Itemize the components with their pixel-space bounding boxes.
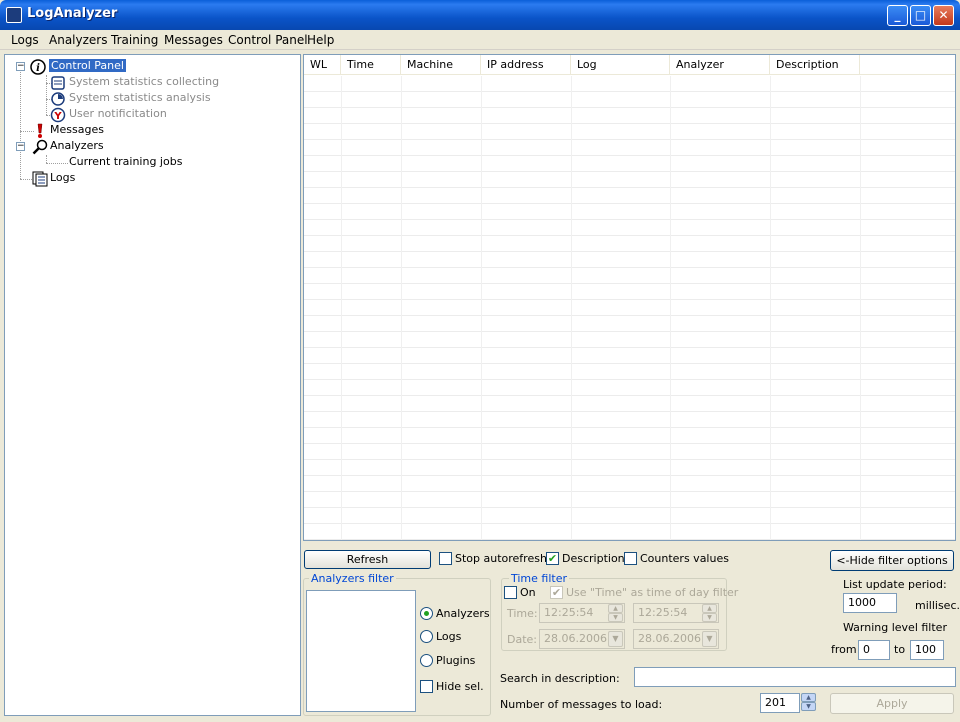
column-header-machine[interactable]: Machine bbox=[401, 55, 481, 75]
update-period-input[interactable]: 1000 bbox=[843, 593, 897, 613]
column-divider bbox=[860, 76, 861, 540]
analyzers-radio-label: Analyzers bbox=[436, 607, 490, 620]
tree-item-sys-stats-collecting[interactable]: System statistics collecting bbox=[69, 74, 219, 90]
column-header-description[interactable]: Description bbox=[770, 55, 860, 75]
time-filter-on-label: On bbox=[520, 586, 536, 599]
tree-item-sys-stats-analysis[interactable]: System statistics analysis bbox=[69, 90, 211, 106]
column-divider bbox=[341, 76, 342, 540]
stop-autorefresh-checkbox[interactable] bbox=[439, 552, 452, 565]
magnifier-icon bbox=[32, 139, 48, 155]
logs-radio-label: Logs bbox=[436, 630, 462, 643]
menu-help[interactable]: Help bbox=[307, 33, 334, 47]
hide-filter-options-button[interactable]: <-Hide filter options bbox=[830, 550, 954, 571]
time-to-spinner[interactable]: ▲ ▼ bbox=[702, 604, 717, 622]
counters-values-checkbox[interactable] bbox=[624, 552, 637, 565]
num-messages-label: Number of messages to load: bbox=[500, 698, 663, 711]
close-button[interactable]: ✕ bbox=[933, 5, 954, 26]
column-header-wl[interactable]: WL bbox=[304, 55, 341, 75]
apply-button[interactable]: Apply bbox=[830, 693, 954, 714]
grid-header: WL Time Machine IP address Log Analyzer … bbox=[304, 55, 955, 75]
tree-item-label: Control Panel bbox=[49, 59, 126, 72]
stop-autorefresh-label: Stop autorefresh bbox=[455, 552, 547, 565]
stats-collecting-icon bbox=[51, 76, 65, 90]
minimize-button[interactable]: _ bbox=[887, 5, 908, 26]
from-label: from bbox=[831, 643, 857, 656]
warning-level-filter-label: Warning level filter bbox=[843, 621, 947, 634]
analyzers-filter-title: Analyzers filter bbox=[309, 572, 396, 585]
tree-item-user-notification[interactable]: User notificitation bbox=[69, 106, 167, 122]
num-messages-spinner[interactable]: ▲ ▼ bbox=[801, 693, 816, 711]
column-divider bbox=[571, 76, 572, 540]
time-filter-on-checkbox[interactable] bbox=[504, 586, 517, 599]
search-description-input[interactable] bbox=[634, 667, 956, 687]
search-description-label: Search in description: bbox=[500, 672, 620, 685]
time-from-spinner[interactable]: ▲ ▼ bbox=[608, 604, 623, 622]
column-divider bbox=[481, 76, 482, 540]
refresh-button[interactable]: Refresh bbox=[304, 550, 431, 569]
navigation-tree: − i Control Panel System statistics coll… bbox=[4, 54, 301, 716]
column-header-time[interactable]: Time bbox=[341, 55, 401, 75]
tree-item-control-panel[interactable]: Control Panel bbox=[49, 58, 126, 74]
logs-icon bbox=[32, 171, 48, 187]
millisec-label: millisec. bbox=[915, 599, 960, 612]
column-divider bbox=[770, 76, 771, 540]
maximize-button[interactable]: □ bbox=[910, 5, 931, 26]
tree-collapse-toggle[interactable]: − bbox=[16, 62, 25, 71]
description-checkbox[interactable]: ✔ bbox=[546, 552, 559, 565]
date-label: Date: bbox=[507, 633, 537, 646]
svg-text:Y: Y bbox=[53, 111, 62, 122]
analyzers-radio[interactable] bbox=[420, 607, 433, 620]
svg-text:i: i bbox=[36, 63, 40, 74]
list-update-period-label: List update period: bbox=[843, 578, 947, 591]
stats-analysis-icon bbox=[51, 92, 65, 106]
plugins-radio-label: Plugins bbox=[436, 654, 476, 667]
use-time-label: Use "Time" as time of day filter bbox=[566, 586, 739, 599]
tree-connector bbox=[46, 163, 68, 164]
column-header-ip-address[interactable]: IP address bbox=[481, 55, 571, 75]
column-divider bbox=[401, 76, 402, 540]
tree-connector bbox=[20, 67, 21, 179]
counters-values-label: Counters values bbox=[640, 552, 729, 565]
column-divider bbox=[670, 76, 671, 540]
description-label: Description bbox=[562, 552, 625, 565]
warning-from-input[interactable]: 0 bbox=[858, 640, 890, 660]
menu-bar: Logs Analyzers Training Messages Control… bbox=[0, 30, 960, 50]
column-header-analyzer[interactable]: Analyzer bbox=[670, 55, 770, 75]
to-label: to bbox=[894, 643, 906, 656]
num-messages-input[interactable]: 201 bbox=[760, 693, 800, 713]
logs-radio[interactable] bbox=[420, 630, 433, 643]
user-notification-icon: Y bbox=[50, 107, 66, 123]
tree-connector bbox=[46, 155, 47, 163]
analyzers-list[interactable] bbox=[306, 590, 416, 712]
alert-icon bbox=[37, 123, 43, 138]
tree-connector bbox=[46, 75, 47, 115]
column-header-log[interactable]: Log bbox=[571, 55, 670, 75]
tree-item-analyzers[interactable]: Analyzers bbox=[50, 138, 104, 154]
time-filter-title: Time filter bbox=[509, 572, 570, 585]
menu-control-panel[interactable]: Control Panel bbox=[228, 33, 308, 47]
menu-analyzers[interactable]: Analyzers bbox=[49, 33, 107, 47]
window-title: LogAnalyzer bbox=[27, 6, 118, 21]
title-bar: LogAnalyzer _ □ ✕ bbox=[0, 0, 960, 30]
chevron-down-icon[interactable]: ▼ bbox=[702, 631, 717, 647]
messages-grid: WL Time Machine IP address Log Analyzer … bbox=[303, 54, 956, 541]
warning-to-input[interactable]: 100 bbox=[910, 640, 944, 660]
hide-sel-checkbox[interactable] bbox=[420, 680, 433, 693]
menu-logs[interactable]: Logs bbox=[11, 33, 39, 47]
chevron-down-icon[interactable]: ▼ bbox=[608, 631, 623, 647]
app-icon bbox=[6, 7, 22, 23]
info-icon: i bbox=[30, 59, 46, 75]
menu-training[interactable]: Training bbox=[111, 33, 158, 47]
tree-item-current-training-jobs[interactable]: Current training jobs bbox=[69, 154, 182, 170]
menu-messages[interactable]: Messages bbox=[164, 33, 223, 47]
time-label: Time: bbox=[507, 607, 538, 620]
plugins-radio[interactable] bbox=[420, 654, 433, 667]
hide-sel-label: Hide sel. bbox=[436, 680, 484, 693]
use-time-checkbox[interactable]: ✔ bbox=[550, 586, 563, 599]
tree-item-logs[interactable]: Logs bbox=[50, 170, 75, 186]
tree-item-messages[interactable]: Messages bbox=[50, 122, 104, 138]
tree-collapse-toggle[interactable]: − bbox=[16, 142, 25, 151]
